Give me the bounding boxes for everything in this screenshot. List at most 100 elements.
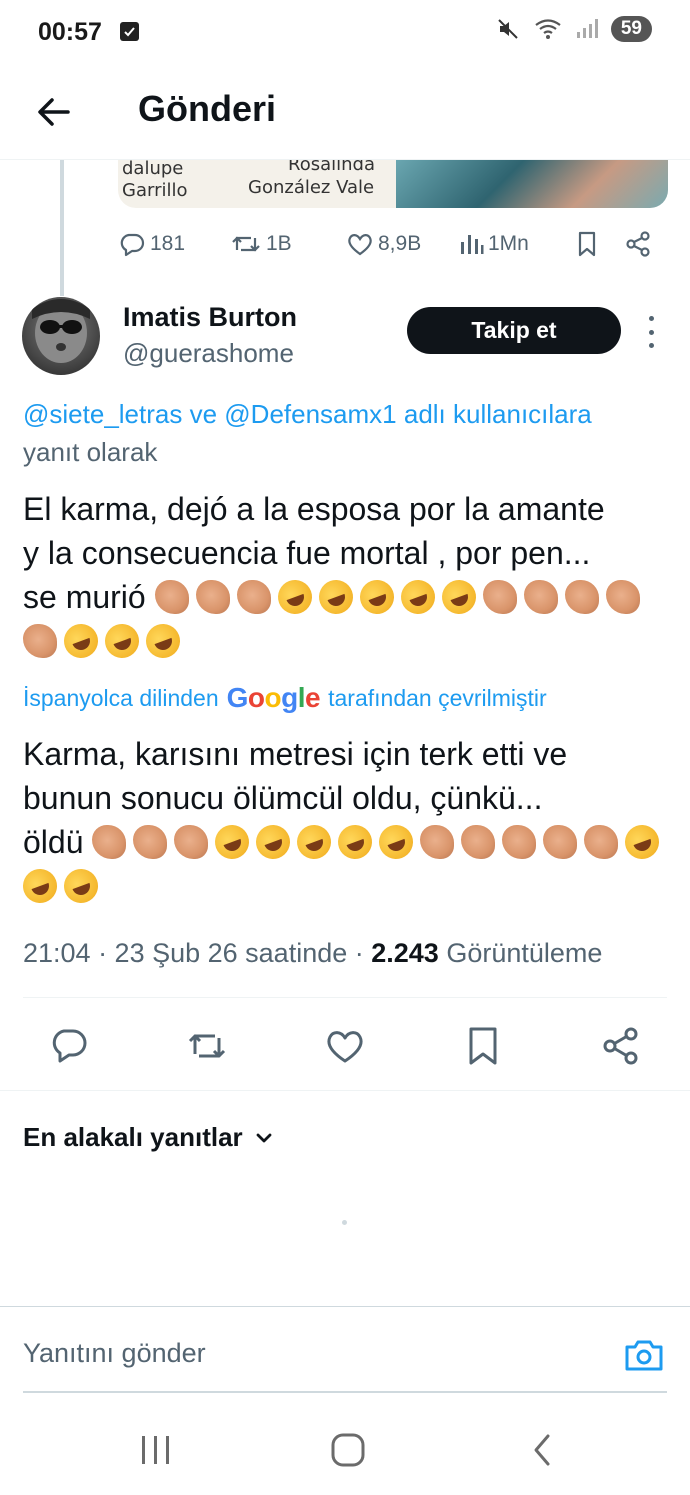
heart-icon [348, 234, 372, 256]
tweet-text-line: El karma, dejó a la esposa por la amante [23, 491, 605, 527]
header: Gönderi [0, 64, 690, 160]
rofl-emoji [333, 820, 378, 864]
previous-tweet-image[interactable]: dalupe Garrillo Rosalinda González Vale [118, 160, 668, 208]
back-chevron-icon [534, 1434, 550, 1466]
views-count: 1Mn [488, 232, 529, 255]
mention-link[interactable]: @Defensamx1 [224, 399, 396, 429]
rofl-emoji [292, 820, 337, 864]
status-time: 00:57 [38, 18, 102, 46]
page-title: Gönderi [138, 88, 277, 129]
bookmark-icon [469, 1027, 497, 1065]
rofl-emoji [272, 575, 317, 619]
like-count: 8,9B [378, 232, 422, 255]
follow-button[interactable]: Takip et [407, 307, 621, 354]
clapping-hands-emoji [564, 580, 599, 614]
translation-attribution[interactable]: İspanyolca dilinden Google tarafından çe… [23, 682, 547, 714]
rofl-emoji [100, 619, 144, 663]
tweet-text-line: y la consecuencia fue mortal , por pen..… [23, 535, 591, 571]
translation-prefix: İspanyolca dilinden [23, 684, 219, 711]
clapping-hands-emoji [543, 825, 578, 859]
author-handle[interactable]: @guerashome [123, 338, 294, 369]
rofl-emoji [313, 575, 358, 619]
recent-apps-icon [142, 1436, 169, 1464]
home-button[interactable] [326, 1432, 370, 1468]
home-icon [331, 1433, 365, 1467]
reply-suffix: yanıt olarak [23, 437, 158, 467]
analytics-icon [461, 235, 484, 254]
camera-button[interactable] [622, 1333, 666, 1377]
translated-text-line: Karma, karısını metresi için terk etti v… [23, 736, 568, 772]
back-button[interactable] [32, 90, 76, 134]
clapping-hands-emoji [133, 825, 168, 859]
reply-action[interactable]: 181 [118, 230, 185, 258]
views-action[interactable]: 1Mn [458, 230, 529, 258]
divider [23, 997, 667, 998]
share-action[interactable] [624, 230, 652, 258]
recent-apps-button[interactable] [134, 1432, 178, 1468]
previous-tweet-actions: 181 1B 8,9B 1Mn [118, 222, 658, 266]
retweet-button[interactable] [185, 1024, 229, 1068]
rofl-emoji [395, 575, 440, 619]
reply-icon [120, 233, 145, 257]
wifi-icon [535, 19, 561, 39]
views-number: 2.243 [371, 938, 439, 968]
rofl-emoji [59, 619, 103, 663]
timestamp-text: 21:04 · 23 Şub 26 saatinde · [23, 938, 372, 968]
thread-connector-line [60, 160, 64, 296]
bookmark-button[interactable] [461, 1024, 505, 1068]
translated-text-line: bunun sonucu ölümcül oldu, çünkü... [23, 780, 543, 816]
reply-context: @siete_letras ve @Defensamx1 adlı kullan… [23, 395, 663, 471]
check-notification-icon [120, 22, 139, 41]
like-button[interactable] [323, 1024, 367, 1068]
bookmark-action[interactable] [574, 230, 600, 258]
more-dot [648, 343, 654, 348]
reply-button[interactable] [47, 1024, 91, 1068]
reply-icon [52, 1029, 87, 1063]
author-name[interactable]: Imatis Burton [123, 302, 297, 333]
loading-indicator [342, 1220, 347, 1225]
rofl-emoji [354, 575, 399, 619]
clapping-hands-emoji [195, 580, 230, 614]
more-dot [648, 329, 654, 335]
retweet-count: 1B [266, 232, 292, 255]
rofl-emoji [141, 619, 185, 663]
status-icons: 59 [495, 16, 652, 42]
clapping-hands-emoji [461, 825, 496, 859]
tweet-action-bar [0, 1020, 690, 1072]
status-bar: 00:57 59 [0, 0, 690, 64]
bookmark-icon [578, 231, 596, 257]
share-button[interactable] [599, 1024, 643, 1068]
back-nav-button[interactable] [520, 1432, 564, 1468]
retweet-icon [232, 236, 260, 252]
tweet-text-line: se murió [23, 579, 146, 615]
clapping-hands-emoji [154, 580, 189, 614]
image-text: Rosalinda [288, 160, 375, 175]
sort-label: En alakalı yanıtlar [23, 1122, 243, 1152]
reply-input[interactable]: Yanıtını gönder [23, 1338, 206, 1369]
image-photo [396, 160, 668, 208]
like-action[interactable]: 8,9B [346, 230, 421, 258]
replies-sort-selector[interactable]: En alakalı yanıtlar [23, 1122, 275, 1153]
clapping-hands-emoji [523, 580, 558, 614]
reply-joiner: ve [182, 399, 225, 429]
rofl-emoji [18, 864, 62, 908]
battery-indicator: 59 [610, 16, 652, 42]
retweet-icon [188, 1034, 226, 1058]
reply-suffix-colored: adlı kullanıcılara [396, 399, 592, 429]
views-label: Görüntüleme [438, 938, 603, 968]
clapping-hands-emoji [23, 624, 57, 658]
clapping-hands-emoji [236, 580, 271, 614]
rofl-emoji [436, 575, 481, 619]
clapping-hands-emoji [420, 825, 455, 859]
retweet-action[interactable]: 1B [230, 230, 292, 258]
more-options-button[interactable] [640, 316, 662, 348]
divider [0, 1090, 690, 1091]
avatar[interactable] [22, 297, 100, 375]
rofl-emoji [374, 820, 419, 864]
clapping-hands-emoji [605, 580, 640, 614]
mention-link[interactable]: @siete_letras [23, 399, 182, 429]
clapping-hands-emoji [174, 825, 209, 859]
google-logo: Google [226, 682, 321, 713]
rofl-emoji [59, 864, 103, 908]
clapping-hands-emoji [502, 825, 537, 859]
